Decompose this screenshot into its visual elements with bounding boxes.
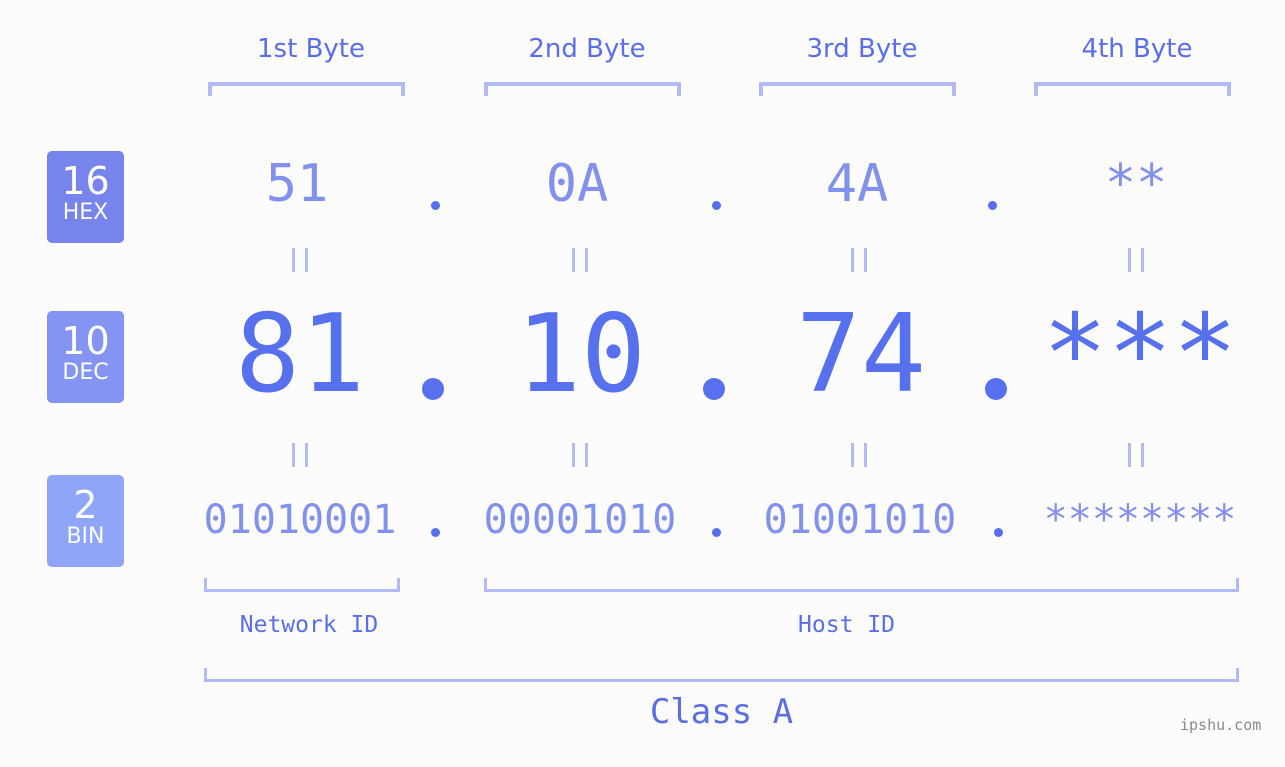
byte-header-1: 1st Byte xyxy=(257,34,365,64)
watermark: ipshu.com xyxy=(1180,716,1262,734)
hex-badge-number: 16 xyxy=(61,159,110,203)
dec-value-4: *** xyxy=(1042,292,1238,417)
dec-badge: 10 DEC xyxy=(47,311,124,403)
bin-badge-label: BIN xyxy=(66,524,105,549)
hex-value-3: 4A xyxy=(825,154,889,214)
dec-badge-label: DEC xyxy=(62,360,109,385)
equals-icon xyxy=(851,248,867,272)
dec-badge-number: 10 xyxy=(61,319,110,363)
network-id-bracket xyxy=(204,578,400,592)
bin-value-1: 01010001 xyxy=(203,497,397,543)
equals-icon xyxy=(572,248,588,272)
byte-bracket-2 xyxy=(484,82,681,96)
byte-header-3: 3rd Byte xyxy=(806,34,918,64)
bin-badge-number: 2 xyxy=(73,483,98,527)
byte-header-4: 4th Byte xyxy=(1081,34,1193,64)
bin-value-4: ******** xyxy=(1043,497,1237,543)
hex-badge-label: HEX xyxy=(62,200,109,225)
dec-value-1: 81 xyxy=(234,292,366,417)
dec-separator-dot xyxy=(703,378,725,400)
hex-value-4: ** xyxy=(1104,154,1168,214)
dec-value-2: 10 xyxy=(515,292,647,417)
hex-value-2: 0A xyxy=(545,154,609,214)
bin-separator-dot xyxy=(712,528,721,537)
byte-bracket-1 xyxy=(208,82,405,96)
hex-badge: 16 HEX xyxy=(47,151,124,243)
bin-separator-dot xyxy=(431,528,440,537)
hex-separator-dot xyxy=(431,201,440,210)
class-bracket xyxy=(204,668,1239,682)
host-id-bracket xyxy=(484,578,1239,592)
hex-separator-dot xyxy=(712,201,721,210)
hex-value-1: 51 xyxy=(265,154,329,214)
equals-icon xyxy=(851,443,867,467)
equals-icon xyxy=(1128,248,1144,272)
dec-value-3: 74 xyxy=(795,292,927,417)
equals-icon xyxy=(572,443,588,467)
byte-bracket-3 xyxy=(759,82,956,96)
byte-bracket-4 xyxy=(1034,82,1231,96)
hex-separator-dot xyxy=(988,201,997,210)
bin-badge: 2 BIN xyxy=(47,475,124,567)
bin-value-3: 01001010 xyxy=(763,497,957,543)
byte-header-2: 2nd Byte xyxy=(528,34,646,64)
bin-value-2: 00001010 xyxy=(483,497,677,543)
equals-icon xyxy=(292,443,308,467)
network-id-label: Network ID xyxy=(239,612,379,638)
host-id-label: Host ID xyxy=(798,612,895,638)
dec-separator-dot xyxy=(422,378,444,400)
bin-separator-dot xyxy=(994,528,1003,537)
dec-separator-dot xyxy=(985,378,1007,400)
equals-icon xyxy=(1128,443,1144,467)
equals-icon xyxy=(292,248,308,272)
class-label: Class A xyxy=(649,692,794,732)
